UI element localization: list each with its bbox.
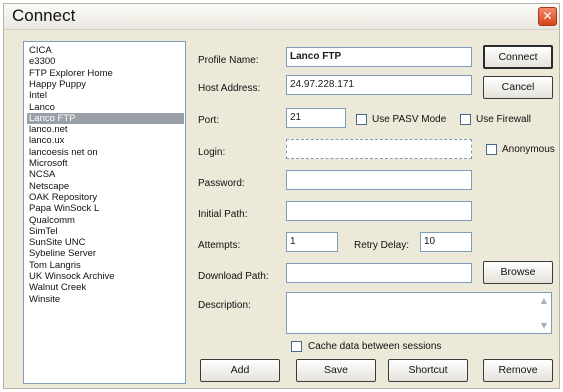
scroll-down-icon[interactable]: ▼ [538, 320, 550, 332]
remove-button[interactable]: Remove [483, 359, 553, 382]
port-input[interactable]: 21 [286, 108, 346, 128]
profile-list-item[interactable]: UK Winsock Archive [27, 271, 184, 282]
login-input[interactable] [286, 139, 472, 159]
profile-list-item[interactable]: lancoesis net on [27, 147, 184, 158]
password-input[interactable] [286, 170, 472, 190]
profile-list-item[interactable]: Netscape [27, 181, 184, 192]
cache-checkbox[interactable] [291, 341, 302, 352]
connect-button[interactable]: Connect [483, 45, 553, 69]
save-button[interactable]: Save [296, 359, 376, 382]
profile-name-input[interactable]: Lanco FTP [286, 47, 472, 67]
profile-list-item[interactable]: Papa WinSock L [27, 203, 184, 214]
connect-dialog: Connect ✕ CICA e3300 FTP Explorer Home Happ… [3, 3, 560, 389]
initial-path-label: Initial Path: [198, 209, 248, 220]
shortcut-button[interactable]: Shortcut [388, 359, 468, 382]
profile-list-item[interactable]: Qualcomm [27, 215, 184, 226]
profile-list[interactable]: CICA e3300 FTP Explorer Home Happy Puppy Int… [23, 41, 186, 384]
description-textarea[interactable] [286, 292, 552, 334]
firewall-checkbox[interactable] [460, 114, 471, 125]
profile-list-item[interactable]: FTP Explorer Home [27, 68, 184, 79]
profile-list-item[interactable]: Microsoft [27, 158, 184, 169]
pasv-mode-checkbox[interactable] [356, 114, 367, 125]
profile-list-item[interactable]: OAK Repository [27, 192, 184, 203]
profile-list-item[interactable]: Intel [27, 90, 184, 101]
retry-delay-label: Retry Delay: [354, 240, 410, 251]
title-bar[interactable]: Connect ✕ [4, 4, 559, 30]
firewall-label: Use Firewall [476, 114, 532, 125]
profile-list-item[interactable]: NCSA [27, 169, 184, 180]
attempts-label: Attempts: [198, 240, 241, 251]
profile-list-item[interactable]: e3300 [27, 56, 184, 67]
add-button[interactable]: Add [200, 359, 280, 382]
anonymous-label: Anonymous [502, 144, 555, 155]
profile-list-item[interactable]: Sybeline Server [27, 248, 184, 259]
profile-list-item[interactable]: CICA [27, 45, 184, 56]
host-address-input[interactable]: 24.97.228.171 [286, 75, 472, 95]
retry-delay-input[interactable]: 10 [420, 232, 472, 252]
profile-list-item[interactable]: Happy Puppy [27, 79, 184, 90]
download-path-input[interactable] [286, 263, 472, 283]
download-path-label: Download Path: [198, 271, 269, 282]
description-label: Description: [198, 300, 251, 311]
window-title: Connect [12, 6, 76, 25]
cancel-button[interactable]: Cancel [483, 76, 553, 99]
initial-path-input[interactable] [286, 201, 472, 221]
profile-list-item[interactable]: lanco.net [27, 124, 184, 135]
host-address-label: Host Address: [198, 83, 261, 94]
profile-list-item[interactable]: Walnut Creek [27, 282, 184, 293]
profile-list-item[interactable]: SunSite UNC [27, 237, 184, 248]
profile-list-item[interactable]: Tom Langris [27, 260, 184, 271]
profile-list-item[interactable]: Winsite [27, 294, 184, 305]
password-label: Password: [198, 178, 245, 189]
anonymous-checkbox[interactable] [486, 144, 497, 155]
cache-label: Cache data between sessions [308, 341, 442, 352]
attempts-input[interactable]: 1 [286, 232, 338, 252]
browse-button[interactable]: Browse [483, 261, 553, 284]
profile-list-item[interactable]: lanco.ux [27, 135, 184, 146]
pasv-mode-label: Use PASV Mode [372, 114, 447, 125]
login-label: Login: [198, 147, 226, 158]
profile-name-label: Profile Name: [198, 55, 259, 66]
profile-list-item[interactable]: Lanco FTP [27, 112, 184, 124]
profile-list-item[interactable]: Lanco [27, 102, 184, 113]
profile-list-item[interactable]: SimTel [27, 226, 184, 237]
scroll-up-icon[interactable]: ▲ [538, 295, 550, 307]
port-label: Port: [198, 115, 220, 126]
close-icon[interactable]: ✕ [538, 7, 557, 26]
